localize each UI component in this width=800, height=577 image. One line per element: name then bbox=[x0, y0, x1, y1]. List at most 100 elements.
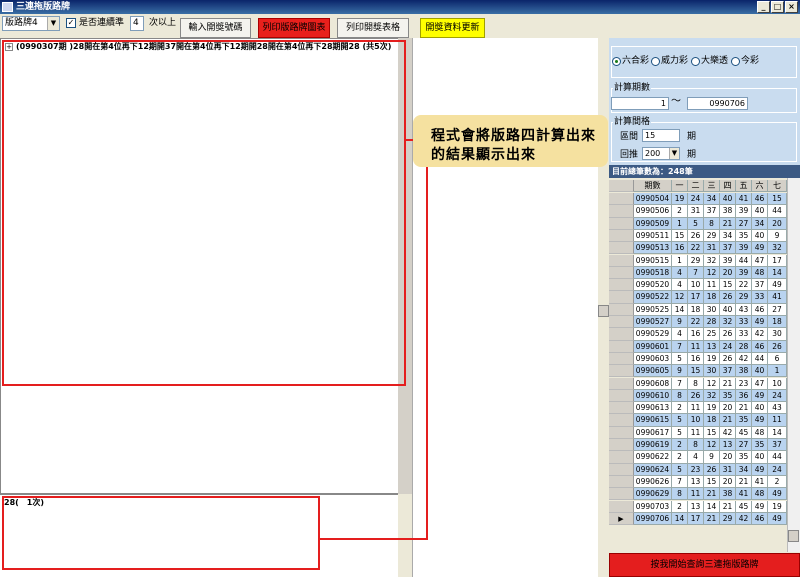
table-row[interactable]: 0990617 5 11 15 42 45 48 14 bbox=[609, 426, 800, 439]
grid-scrollbar[interactable] bbox=[787, 178, 800, 552]
column-header[interactable]: 七 bbox=[768, 180, 787, 193]
table-row[interactable]: 0990509 1 5 8 21 27 34 20 bbox=[609, 217, 800, 230]
radio-lottery-3[interactable] bbox=[731, 57, 740, 66]
table-row[interactable]: 0990504 19 24 34 40 41 46 15 bbox=[609, 193, 800, 206]
table-row[interactable]: ▶ 0990706 14 17 21 29 42 46 49 bbox=[609, 512, 800, 526]
table-cell: 21 bbox=[720, 217, 736, 230]
period-to-input[interactable]: 0990706 bbox=[687, 97, 748, 110]
row-header[interactable] bbox=[609, 303, 634, 316]
minimize-button[interactable]: _ bbox=[757, 1, 770, 13]
lottery-option-3[interactable]: 今彩 bbox=[741, 55, 759, 67]
period-from-input[interactable]: 1 bbox=[611, 97, 669, 110]
table-row[interactable]: 0990615 5 10 18 21 35 49 11 bbox=[609, 414, 800, 427]
radio-lottery-0[interactable] bbox=[612, 57, 621, 66]
table-cell: 7 bbox=[672, 340, 688, 353]
maximize-button[interactable]: □ bbox=[771, 1, 784, 13]
mode-select[interactable]: 版路牌4 ▼ bbox=[2, 16, 60, 31]
row-header[interactable] bbox=[609, 439, 634, 452]
row-header[interactable] bbox=[609, 229, 634, 243]
column-header[interactable]: 期數 bbox=[634, 180, 672, 193]
table-cell: 11 bbox=[768, 414, 787, 427]
table-row[interactable]: 0990608 7 8 12 21 23 47 10 bbox=[609, 377, 800, 390]
row-header[interactable] bbox=[609, 488, 634, 501]
lottery-option-2[interactable]: 大樂透 bbox=[701, 55, 728, 67]
row-header[interactable] bbox=[609, 193, 634, 206]
table-row[interactable]: 0990613 2 11 19 20 21 40 43 bbox=[609, 402, 800, 415]
row-header[interactable] bbox=[609, 266, 634, 280]
radio-lottery-1[interactable] bbox=[651, 57, 660, 66]
column-header[interactable]: 四 bbox=[720, 180, 736, 193]
table-row[interactable]: 0990619 2 8 12 13 27 35 37 bbox=[609, 439, 800, 452]
table-cell: 21 bbox=[736, 402, 752, 415]
table-row[interactable]: 0990527 9 22 28 32 33 49 18 bbox=[609, 316, 800, 329]
scrollbar-thumb[interactable] bbox=[598, 305, 609, 317]
row-header[interactable] bbox=[609, 402, 634, 415]
input-numbers-button[interactable]: 輸入開獎號碼 bbox=[180, 18, 251, 38]
row-header[interactable] bbox=[609, 205, 634, 218]
table-row[interactable]: 0990518 4 7 12 20 39 48 14 bbox=[609, 266, 800, 280]
row-header[interactable] bbox=[609, 365, 634, 378]
table-row[interactable]: 0990506 2 31 37 38 39 40 44 bbox=[609, 205, 800, 218]
table-row[interactable]: 0990515 1 29 32 39 44 47 17 bbox=[609, 254, 800, 267]
chevron-down-icon[interactable]: ▼ bbox=[669, 148, 679, 159]
table-cell: 0990522 bbox=[634, 291, 672, 304]
table-row[interactable]: 0990626 7 13 15 20 21 41 2 bbox=[609, 475, 800, 489]
column-header[interactable]: 三 bbox=[704, 180, 720, 193]
table-row[interactable]: 0990529 4 16 25 26 33 42 30 bbox=[609, 328, 800, 341]
row-header[interactable] bbox=[609, 328, 634, 341]
lottery-option-1[interactable]: 威力彩 bbox=[661, 55, 688, 67]
close-button[interactable]: × bbox=[785, 1, 798, 13]
table-row[interactable]: 0990603 5 16 19 26 42 44 6 bbox=[609, 352, 800, 366]
back-select[interactable]: 200 ▼ bbox=[642, 147, 680, 160]
row-header[interactable]: ▶ bbox=[609, 512, 634, 526]
table-row[interactable]: 0990513 16 22 31 37 39 49 32 bbox=[609, 242, 800, 255]
start-query-button[interactable]: 按我開始查詢三連拖版路牌 bbox=[609, 553, 800, 577]
chevron-down-icon[interactable]: ▼ bbox=[47, 17, 59, 30]
column-header[interactable]: 五 bbox=[736, 180, 752, 193]
table-row[interactable]: 0990605 9 15 30 37 38 40 1 bbox=[609, 365, 800, 378]
table-row[interactable]: 0990629 8 11 21 38 41 48 49 bbox=[609, 488, 800, 501]
print-table-button[interactable]: 列印開獎表格 bbox=[337, 18, 409, 38]
row-header[interactable] bbox=[609, 426, 634, 439]
row-header[interactable] bbox=[609, 500, 634, 513]
row-header[interactable] bbox=[609, 352, 634, 366]
table-row[interactable]: 0990511 15 26 29 34 35 40 9 bbox=[609, 229, 800, 243]
row-header[interactable] bbox=[609, 377, 634, 390]
draw-history-grid[interactable]: 期數一二三四五六七 0990504 19 24 34 40 41 46 15 0990506 2 31… bbox=[609, 178, 800, 552]
row-header[interactable] bbox=[609, 389, 634, 403]
row-header[interactable] bbox=[609, 242, 634, 255]
row-header[interactable] bbox=[609, 291, 634, 304]
table-cell: 2 bbox=[768, 475, 787, 489]
column-header[interactable]: 二 bbox=[688, 180, 704, 193]
column-header[interactable]: 六 bbox=[752, 180, 768, 193]
row-header[interactable] bbox=[609, 463, 634, 476]
row-header[interactable] bbox=[609, 340, 634, 353]
row-header[interactable] bbox=[609, 217, 634, 230]
lottery-option-0[interactable]: 六合彩 bbox=[622, 55, 649, 67]
row-header[interactable] bbox=[609, 279, 634, 292]
table-row[interactable]: 0990622 2 4 9 20 35 40 44 bbox=[609, 451, 800, 464]
row-header[interactable] bbox=[609, 180, 634, 193]
table-row[interactable]: 0990522 12 17 18 26 29 33 41 bbox=[609, 291, 800, 304]
table-row[interactable]: 0990601 7 11 13 24 28 46 26 bbox=[609, 340, 800, 353]
table-row[interactable]: 0990520 4 10 11 15 22 37 49 bbox=[609, 279, 800, 292]
table-cell: 30 bbox=[704, 365, 720, 378]
table-cell: 8 bbox=[672, 488, 688, 501]
row-header[interactable] bbox=[609, 475, 634, 489]
print-chart-button[interactable]: 列印版路牌圖表 bbox=[258, 18, 330, 38]
grid-scrollbar-thumb[interactable] bbox=[788, 530, 799, 542]
table-row[interactable]: 0990703 2 13 14 21 45 49 19 bbox=[609, 500, 800, 513]
consecutive-checkbox[interactable]: ✓ bbox=[66, 18, 76, 28]
count-input[interactable]: 4 bbox=[130, 16, 144, 31]
row-header[interactable] bbox=[609, 451, 634, 464]
table-row[interactable]: 0990624 5 23 26 31 34 49 24 bbox=[609, 463, 800, 476]
row-header[interactable] bbox=[609, 414, 634, 427]
table-row[interactable]: 0990525 14 18 30 40 43 46 27 bbox=[609, 303, 800, 316]
row-header[interactable] bbox=[609, 316, 634, 329]
radio-lottery-2[interactable] bbox=[691, 57, 700, 66]
table-row[interactable]: 0990610 8 26 32 35 36 49 24 bbox=[609, 389, 800, 403]
range-input[interactable]: 15 bbox=[642, 129, 680, 142]
row-header[interactable] bbox=[609, 254, 634, 267]
update-data-button[interactable]: 開獎資料更新 bbox=[420, 18, 485, 38]
column-header[interactable]: 一 bbox=[672, 180, 688, 193]
